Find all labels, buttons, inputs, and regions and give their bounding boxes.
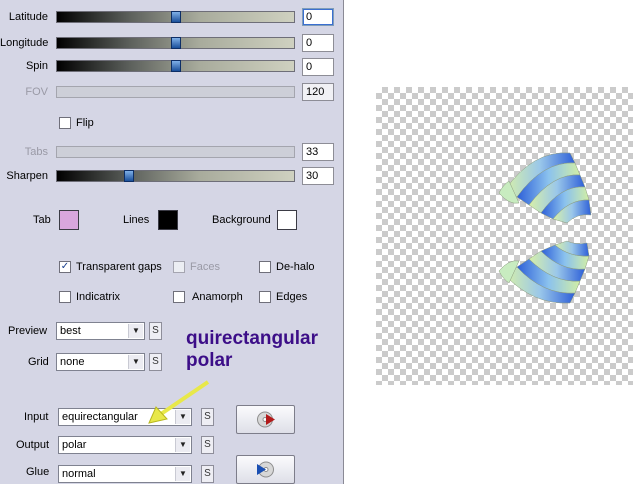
glue-s-button[interactable]: S [201,465,214,483]
transparent-gaps-label: Transparent gaps [76,261,162,273]
background-color-swatch[interactable] [277,210,297,230]
annotation-line-1: quirectangular [186,328,318,349]
output-label: Output [16,439,50,451]
anamorph-label: Anamorph [192,291,243,303]
grid-label: Grid [28,356,49,368]
flip-checkbox[interactable] [59,117,71,129]
longitude-field[interactable]: 0 [302,34,334,52]
annotation-text: quirectangular polar [186,328,318,372]
dehalo-label: De-halo [276,261,315,273]
output-select-value: polar [62,439,87,451]
spin-slider-thumb[interactable] [171,60,181,72]
input-select-value: equirectangular [62,411,138,423]
chevron-down-icon: ▼ [175,438,190,452]
chevron-down-icon: ▼ [128,355,143,369]
upper-fan [498,152,592,224]
longitude-slider[interactable] [56,37,295,49]
preview-select[interactable]: best ▼ [56,322,145,340]
preview-s-button[interactable]: S [149,322,162,340]
grid-select[interactable]: none ▼ [56,353,145,371]
input-label: Input [24,411,49,423]
disc-play-blue-icon [257,461,274,478]
edges-checkbox[interactable] [259,291,271,303]
annotation-arrow-icon [148,380,210,424]
spin-field[interactable]: 0 [302,58,334,76]
tabs-label: Tabs [24,146,48,158]
glue-select[interactable]: normal ▼ [58,465,192,483]
preview-label: Preview [8,325,48,337]
tab-color-swatch[interactable] [59,210,79,230]
spin-label: Spin [25,60,48,72]
transparent-gaps-checkbox[interactable]: ✓ [59,261,71,273]
fov-field[interactable]: 120 [302,83,334,101]
chevron-down-icon: ▼ [128,324,143,338]
edges-label: Edges [276,291,308,303]
preview-select-value: best [60,325,81,337]
sharpen-field[interactable]: 30 [302,167,334,185]
longitude-label: Longitude [0,37,49,49]
chevron-down-icon: ▼ [175,467,190,481]
faces-checkbox[interactable] [173,261,185,273]
latitude-field[interactable]: 0 [302,8,334,26]
lines-color-label: Lines [123,214,150,226]
output-select[interactable]: polar ▼ [58,436,192,454]
grid-s-button[interactable]: S [149,353,162,371]
tabs-slider[interactable] [56,146,295,158]
longitude-slider-thumb[interactable] [171,37,181,49]
output-s-button[interactable]: S [201,436,214,454]
disc-play-icon [257,411,275,428]
faces-label: Faces [190,261,220,273]
spin-slider[interactable] [56,60,295,72]
annotation-line-2: polar [186,350,233,371]
settings-panel: Latitude 0 Longitude 0 Spin 0 FOV 120 Fl… [0,0,344,484]
render-output-button[interactable] [236,455,295,484]
latitude-slider[interactable] [56,11,295,23]
load-input-button[interactable] [236,405,295,434]
glue-select-value: normal [62,468,96,480]
dehalo-checkbox[interactable] [259,261,271,273]
indicatrix-checkbox[interactable] [59,291,71,303]
glue-label: Glue [26,466,50,478]
fov-label: FOV [25,86,48,98]
anamorph-checkbox[interactable] [173,291,185,303]
tabs-field[interactable]: 33 [302,143,334,161]
sharpen-slider-thumb[interactable] [124,170,134,182]
grid-select-value: none [60,356,85,368]
fov-slider[interactable] [56,86,295,98]
tab-color-label: Tab [33,214,51,226]
lower-fan [498,240,590,304]
projected-image [498,152,592,304]
latitude-slider-thumb[interactable] [171,11,181,23]
flip-label: Flip [76,117,94,129]
background-color-label: Background [212,214,271,226]
sharpen-label: Sharpen [6,170,48,182]
sharpen-slider[interactable] [56,170,295,182]
indicatrix-label: Indicatrix [76,291,121,303]
lines-color-swatch[interactable] [158,210,178,230]
latitude-label: Latitude [8,11,48,23]
